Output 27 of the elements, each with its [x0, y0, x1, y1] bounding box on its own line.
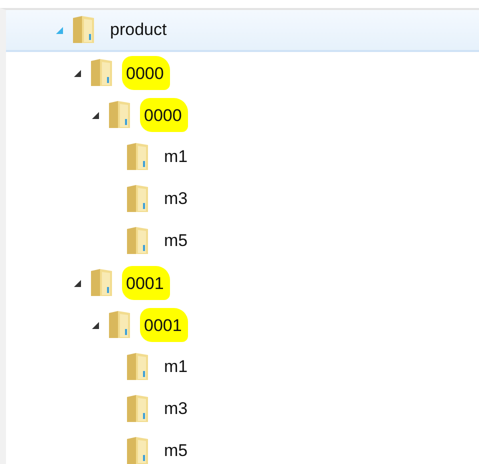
folder-icon: [124, 184, 150, 214]
expanded-icon[interactable]: [90, 110, 100, 120]
folder-icon: [88, 58, 114, 88]
expanded-icon[interactable]: [90, 320, 100, 330]
expanded-icon[interactable]: [72, 68, 82, 78]
folder-icon: [70, 15, 96, 45]
folder-icon: [124, 436, 150, 464]
folder-label[interactable]: m3: [158, 184, 194, 214]
folder-label[interactable]: m1: [158, 352, 194, 382]
folder-icon: [124, 352, 150, 382]
folder-icon: [106, 100, 132, 130]
folder-label[interactable]: product: [104, 16, 173, 44]
folder-label[interactable]: 0000: [122, 56, 170, 90]
folder-icon: [124, 226, 150, 256]
folder-label[interactable]: 0000: [140, 98, 188, 132]
folder-icon: [124, 142, 150, 172]
folder-label[interactable]: m5: [158, 436, 194, 464]
folder-label[interactable]: m3: [158, 394, 194, 424]
folder-icon: [106, 310, 132, 340]
folder-icon: [88, 268, 114, 298]
folder-label[interactable]: 0001: [140, 308, 188, 342]
expanded-icon[interactable]: [72, 278, 82, 288]
folder-label[interactable]: m5: [158, 226, 194, 256]
hover-row[interactable]: product: [6, 10, 479, 52]
folder-label[interactable]: 0001: [122, 266, 170, 300]
folder-icon: [124, 394, 150, 424]
folder-label[interactable]: m1: [158, 142, 194, 172]
